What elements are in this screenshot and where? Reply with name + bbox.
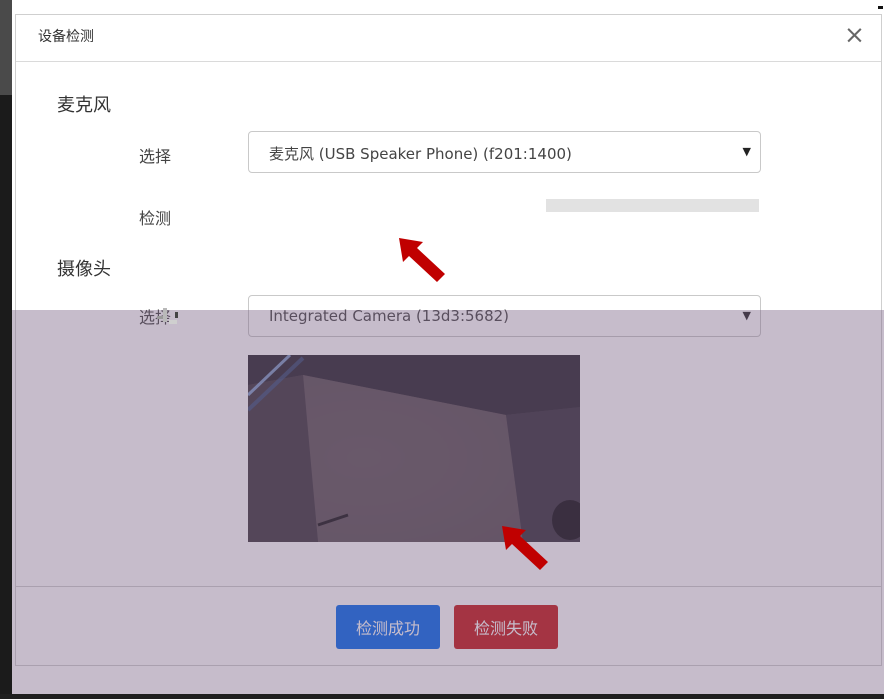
window-corner-mark xyxy=(878,6,883,9)
microphone-select[interactable]: 麦克风 (USB Speaker Phone) (f201:1400) ▼ xyxy=(248,131,761,173)
camera-preview-image xyxy=(248,355,580,542)
camera-section-title: 摄像头 xyxy=(57,259,111,280)
microphone-select-value: 麦克风 (USB Speaker Phone) (f201:1400) xyxy=(269,145,572,163)
cursor-glitch-icon xyxy=(157,308,178,324)
detect-success-button[interactable]: 检测成功 xyxy=(336,605,440,649)
microphone-section-title: 麦克风 xyxy=(57,95,111,116)
dialog-title: 设备检测 xyxy=(38,29,94,45)
camera-select[interactable]: Integrated Camera (13d3:5682) ▼ xyxy=(248,295,761,337)
window-frame-bottom xyxy=(0,694,884,699)
detect-fail-button[interactable]: 检测失败 xyxy=(454,605,558,649)
dialog-footer: 检测成功 检测失败 xyxy=(16,586,881,667)
device-check-dialog: 设备检测 × 麦克风 选择 麦克风 (USB Speaker Phone) (f… xyxy=(15,14,882,666)
red-arrow-icon xyxy=(502,526,548,570)
microphone-select-label: 选择 xyxy=(139,147,172,166)
microphone-test-label: 检测 xyxy=(139,209,172,228)
caret-down-icon: ▼ xyxy=(742,145,751,158)
caret-down-icon: ▼ xyxy=(742,309,751,322)
camera-preview xyxy=(248,355,580,542)
window-frame-left xyxy=(0,0,12,699)
close-icon[interactable]: × xyxy=(844,22,865,47)
window-frame-shade xyxy=(0,0,12,95)
microphone-level-meter xyxy=(546,199,759,212)
dialog-header: 设备检测 × xyxy=(16,15,881,62)
red-arrow-icon xyxy=(399,238,445,282)
camera-select-value: Integrated Camera (13d3:5682) xyxy=(269,307,510,325)
